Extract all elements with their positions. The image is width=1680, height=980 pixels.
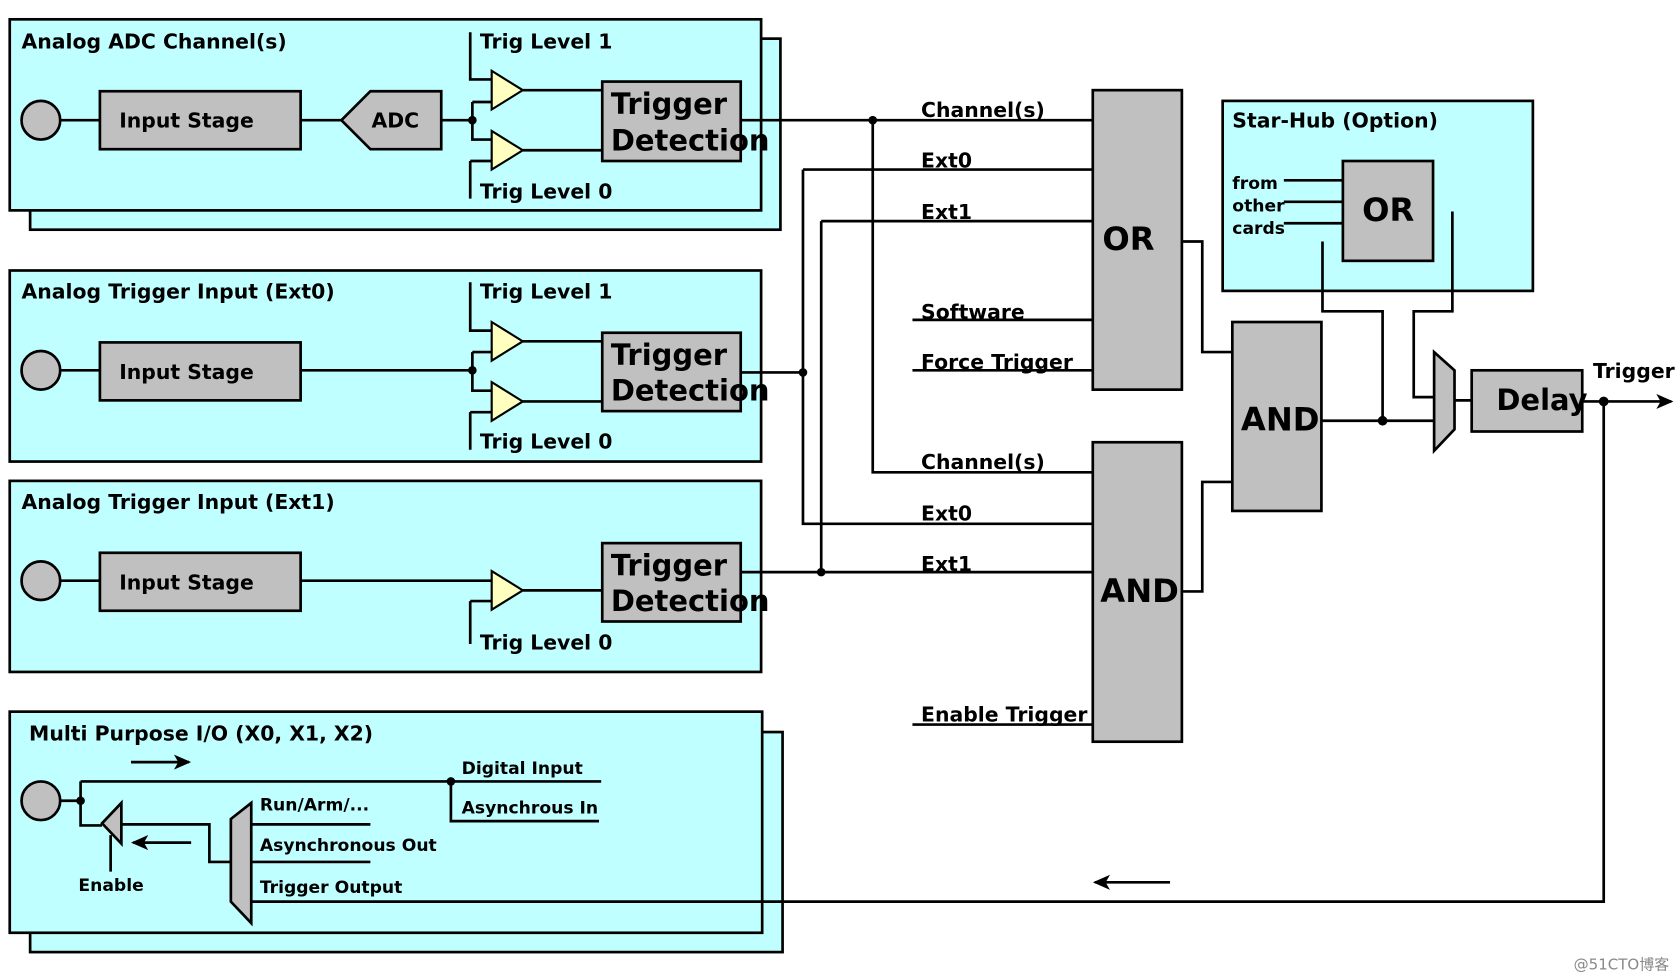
- panel-title: Multi Purpose I/O (X0, X1, X2): [29, 722, 373, 746]
- from-label: from: [1232, 174, 1278, 194]
- panel-title: Star-Hub (Option): [1232, 109, 1438, 133]
- run-arm-label: Run/Arm/...: [260, 795, 369, 815]
- or-input-label: Software: [921, 300, 1025, 324]
- or-gate-label: OR: [1362, 191, 1414, 229]
- and-input-label: Enable Trigger: [921, 702, 1087, 726]
- trig-level-1-label: Trig Level 1: [480, 29, 613, 53]
- detection-label: Detection: [611, 123, 770, 157]
- multiplexer-icon: [1432, 349, 1456, 455]
- trigger-label: Trigger: [611, 548, 728, 582]
- and-input-label: Channel(s): [921, 450, 1045, 474]
- or-input-label: Ext0: [921, 148, 972, 172]
- panel-title: Analog Trigger Input (Ext0): [22, 279, 335, 303]
- trig-level-0-label: Trig Level 0: [480, 630, 613, 654]
- multiplexer-icon: [229, 800, 253, 927]
- enable-label: Enable: [78, 876, 143, 896]
- delay-label: Delay: [1496, 383, 1587, 417]
- cards-label: cards: [1232, 219, 1285, 239]
- trigger-output-label: Trigger Output: [260, 878, 402, 898]
- async-out-label: Asynchronous Out: [260, 836, 437, 856]
- input-connector-icon: [20, 349, 62, 391]
- adc-label: ADC: [371, 109, 419, 133]
- detection-label: Detection: [611, 373, 770, 407]
- and-gate-label: AND: [1241, 400, 1320, 438]
- trigger-label: Trigger: [611, 87, 728, 121]
- ext1-panel: Analog Trigger Input (Ext1) Input Stage …: [8, 479, 770, 674]
- input-stage-label: Input Stage: [119, 360, 254, 384]
- and-input-label: Ext0: [921, 502, 972, 526]
- input-stage-label: Input Stage: [119, 109, 254, 133]
- adc-channel-panel: Analog ADC Channel(s) Input Stage ADC Tr…: [8, 17, 782, 232]
- trig-level-0-label: Trig Level 0: [480, 180, 613, 204]
- star-hub-panel: Star-Hub (Option) from other cards OR: [1221, 99, 1535, 293]
- panel-title: Analog Trigger Input (Ext1): [22, 490, 335, 514]
- or-gate-label: OR: [1102, 220, 1154, 258]
- or-input-label: Force Trigger: [921, 350, 1073, 374]
- ext0-panel: Analog Trigger Input (Ext0) Input Stage …: [8, 269, 770, 463]
- digital-input-label: Digital Input: [462, 759, 583, 779]
- or-input-label: Ext1: [921, 200, 972, 224]
- input-connector-icon: [20, 99, 62, 141]
- and-input-label: Ext1: [921, 552, 972, 576]
- async-in-label: Asynchrous In: [462, 799, 599, 819]
- trig-level-1-label: Trig Level 1: [480, 279, 613, 303]
- detection-label: Detection: [611, 584, 770, 618]
- trigger-label: Trigger: [611, 338, 728, 372]
- or-input-label: Channel(s): [921, 98, 1045, 122]
- input-connector-icon: [20, 560, 62, 602]
- trig-level-0-label: Trig Level 0: [480, 430, 613, 454]
- trigger-block-diagram: Analog ADC Channel(s) Input Stage ADC Tr…: [8, 17, 1675, 973]
- panel-title: Analog ADC Channel(s): [22, 29, 287, 53]
- trigger-output-label: Trigger: [1593, 359, 1675, 383]
- mpio-panel: Multi Purpose I/O (X0, X1, X2) Digital I…: [8, 710, 784, 954]
- and-gate-label: AND: [1100, 572, 1179, 610]
- io-connector-icon: [20, 780, 62, 822]
- watermark: @51CTO博客: [1574, 955, 1670, 973]
- other-label: other: [1232, 196, 1285, 216]
- routing-wires: Channel(s) Ext0 Ext1 Software Force Trig…: [740, 98, 1093, 726]
- input-stage-label: Input Stage: [119, 570, 254, 594]
